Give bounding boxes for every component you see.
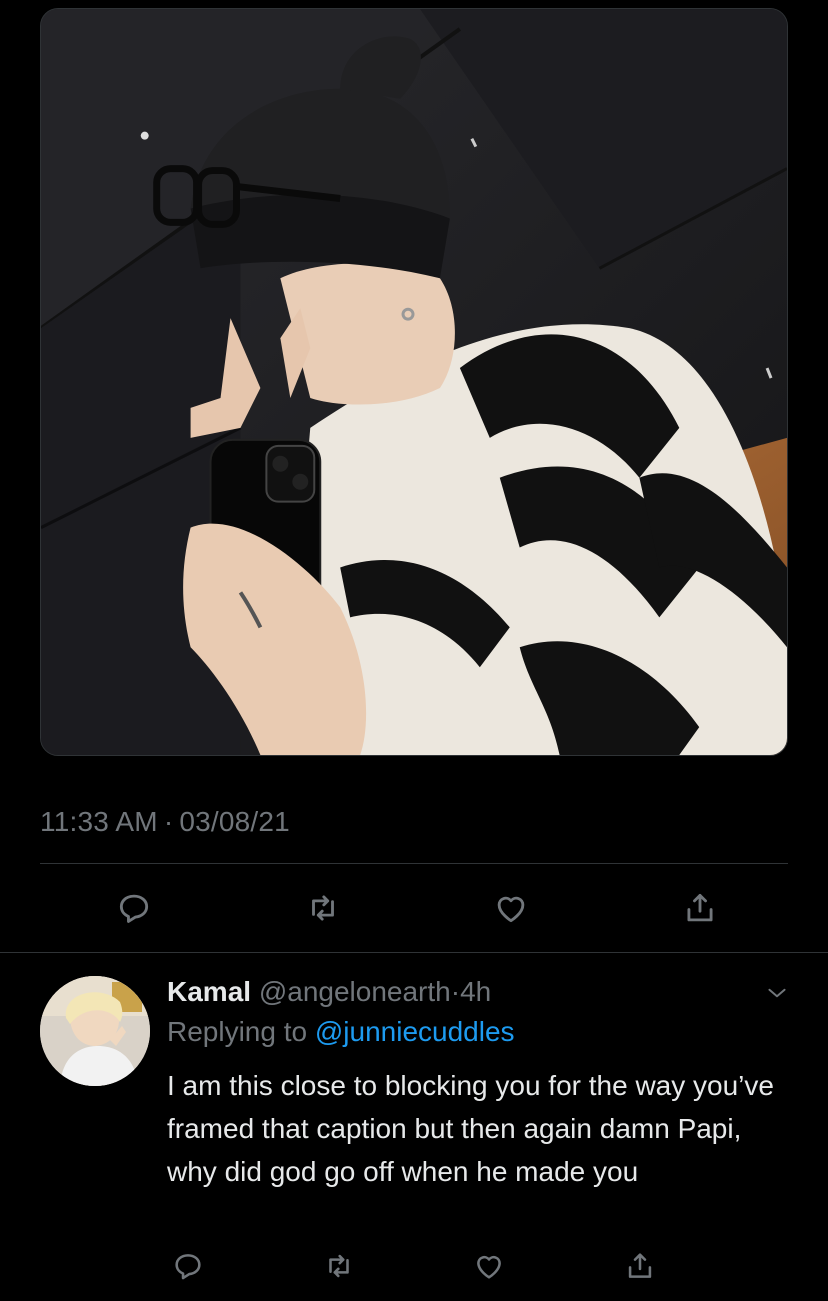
reply-time-separator: · [450, 976, 461, 1007]
reply-divider [0, 952, 828, 953]
reply-body: I am this close to blocking you for the … [167, 1070, 774, 1187]
replying-to-line: Replying to @junniecuddles [167, 1014, 515, 1050]
reply-like-button[interactable] [467, 1244, 511, 1288]
comment-icon [175, 1254, 201, 1280]
photo-mirror-selfie [41, 9, 787, 755]
reply-author-handle[interactable]: @angelonearth [259, 976, 451, 1007]
share-button[interactable] [678, 886, 722, 930]
share-icon [628, 1253, 652, 1278]
like-button[interactable] [489, 886, 533, 930]
reply-action-bar [166, 1246, 662, 1286]
reply-share-button[interactable] [618, 1244, 662, 1288]
share-icon [687, 893, 713, 922]
tweet-action-bar [112, 886, 722, 930]
tweet-timestamp[interactable]: 11:33 AM · 03/08/21 [40, 806, 290, 838]
heart-icon [498, 896, 525, 923]
reply-retweet-button[interactable] [317, 1244, 361, 1288]
retweet-icon [311, 895, 334, 921]
chevron-down-icon[interactable] [764, 980, 790, 1006]
timestamp-divider [40, 863, 788, 864]
reply-time[interactable]: 4h [460, 976, 491, 1007]
timestamp-separator: · [163, 806, 174, 837]
tweet-photo[interactable] [40, 8, 788, 756]
tweet-time: 11:33 AM [40, 806, 158, 837]
reply-reply-button[interactable] [166, 1244, 210, 1288]
avatar-image [40, 976, 150, 1086]
retweet-icon [328, 1254, 349, 1278]
replying-to-label: Replying to [167, 1016, 308, 1047]
reply-button[interactable] [112, 886, 156, 930]
tweet-date: 03/08/21 [179, 806, 290, 837]
comment-icon [119, 894, 149, 923]
reply-header: Kamal @angelonearth·4h [167, 974, 491, 1010]
reply-avatar[interactable] [40, 976, 150, 1086]
retweet-button[interactable] [301, 886, 345, 930]
heart-icon [477, 1255, 502, 1279]
replying-to-mention[interactable]: @junniecuddles [315, 1016, 515, 1047]
tweet-detail-screen: 11:33 AM · 03/08/21 Kamal @angelonearth·… [0, 0, 828, 1301]
reply-author-name[interactable]: Kamal [167, 976, 251, 1007]
